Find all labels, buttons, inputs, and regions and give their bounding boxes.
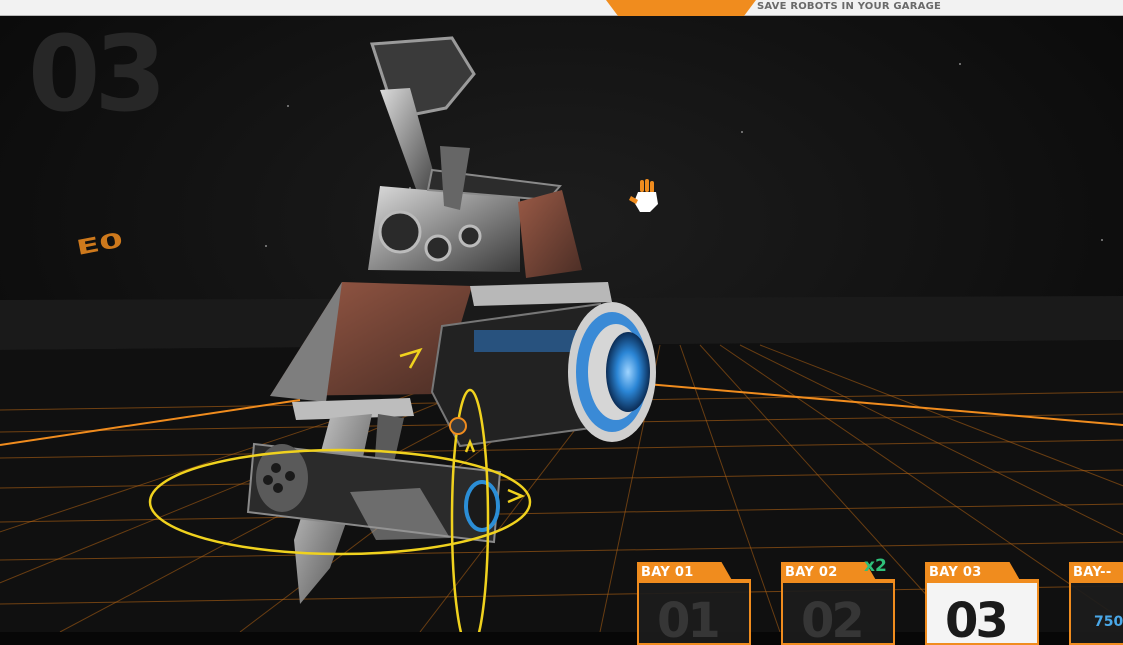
bay-01-panel: 01 <box>637 583 751 645</box>
bay-01[interactable]: 01 BAY 01 <box>637 562 751 645</box>
bay-01-number: 01 <box>657 593 721 645</box>
bay-04-price: 750 <box>1094 614 1123 630</box>
bay-02-panel: 02 <box>781 583 895 645</box>
bay-03-label: BAY 03 <box>929 565 982 580</box>
bay-03-panel: 03 <box>925 583 1039 645</box>
bay-03[interactable]: 03 BAY 03 <box>925 562 1039 645</box>
bay-03-number: 03 <box>945 593 1009 645</box>
top-bar <box>0 0 1123 16</box>
hand-cursor-icon <box>628 178 662 218</box>
bay-02-multiplier-badge: x2 <box>864 556 887 576</box>
top-mode-tab[interactable] <box>606 0 756 16</box>
bay-02-label: BAY 02 <box>785 565 838 580</box>
bay-04-label: BAY-- <box>1073 565 1112 580</box>
bay-01-label: BAY 01 <box>641 565 694 580</box>
top-hint-text: SAVE ROBOTS IN YOUR GARAGE <box>757 1 942 12</box>
bay-02-number: 02 <box>801 593 865 645</box>
current-bay-number: 03 <box>28 13 167 135</box>
garage-scene: E0 <box>0 0 1123 632</box>
